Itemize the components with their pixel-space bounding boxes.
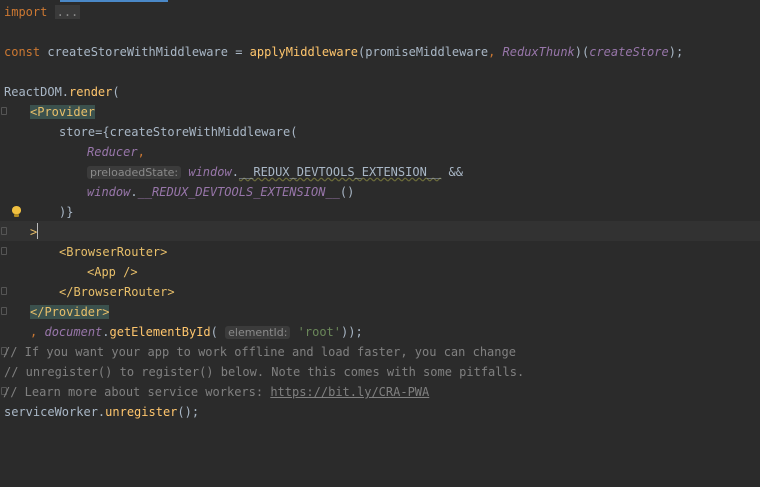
identifier-italic: window: [188, 165, 232, 179]
code-line-const[interactable]: const createStoreWithMiddleware = applyM…: [4, 42, 683, 62]
code-line-import[interactable]: import ...: [4, 2, 81, 22]
identifier: createStoreWithMiddleware =: [40, 45, 250, 59]
code-line-router-close[interactable]: </BrowserRouter>: [59, 282, 175, 302]
code-text: (: [112, 85, 120, 99]
fold-marker-icon[interactable]: [0, 306, 8, 316]
code-line-provider-close[interactable]: </Provider>: [30, 302, 110, 322]
function-name: getElementById: [109, 325, 211, 339]
code-text: )(: [574, 45, 590, 59]
comment-text: // unregister() to register() below. Not…: [4, 365, 525, 379]
keyword-const: const: [4, 45, 41, 59]
code-line-provider-open[interactable]: <Provider: [30, 102, 96, 122]
identifier-italic: window: [87, 185, 131, 199]
code-line-close-paren[interactable]: )}: [59, 202, 73, 222]
fold-marker-icon[interactable]: [0, 286, 8, 296]
jsx-tag: <Provider: [30, 105, 96, 119]
code-line-getelement[interactable]: , document.getElementById( elementId: 'r…: [30, 322, 363, 342]
code-editor[interactable]: import ... const createStoreWithMiddlewa…: [0, 0, 760, 487]
code-text: (promiseMiddleware: [358, 45, 489, 59]
code-text: (): [339, 185, 355, 199]
operator: &&: [441, 165, 463, 179]
code-line-reducer[interactable]: Reducer,: [87, 142, 145, 162]
punctuation: .: [102, 325, 110, 339]
folded-imports[interactable]: ...: [54, 5, 81, 19]
function-name: unregister: [105, 405, 178, 419]
object-name: serviceWorker.: [4, 405, 106, 419]
code-line-devtools[interactable]: preloadedState: window.__REDUX_DEVTOOLS_…: [87, 162, 463, 182]
comment-link[interactable]: https://bit.ly/CRA-PWA: [270, 385, 429, 399]
code-text: );: [668, 45, 684, 59]
jsx-tag: </BrowserRouter>: [59, 285, 175, 299]
code-line-gt[interactable]: >: [30, 222, 37, 242]
punctuation: ,: [137, 145, 145, 159]
comment-text: // Learn more about service workers:: [3, 385, 271, 399]
code-line-store[interactable]: store={createStoreWithMiddleware(: [59, 122, 297, 142]
code-text: ();: [177, 405, 200, 419]
identifier-italic: Reducer: [87, 145, 138, 159]
comment-text: // If you want your app to work offline …: [3, 345, 516, 359]
jsx-tag: </Provider>: [30, 305, 110, 319]
punctuation: ,: [488, 45, 496, 59]
comment-line[interactable]: // If you want your app to work offline …: [3, 342, 516, 362]
identifier-italic: document: [44, 325, 103, 339]
comment-line[interactable]: // unregister() to register() below. Not…: [4, 362, 524, 382]
code-line-render[interactable]: ReactDOM.render(: [4, 82, 120, 102]
code-line-router-open[interactable]: <BrowserRouter>: [59, 242, 167, 262]
property-warning[interactable]: __REDUX_DEVTOOLS_EXTENSION__: [239, 165, 441, 179]
fold-marker-icon[interactable]: [0, 246, 8, 256]
property: __REDUX_DEVTOOLS_EXTENSION__: [137, 185, 340, 199]
identifier-italic: createStore: [589, 45, 669, 59]
punctuation: .: [231, 165, 239, 179]
parameter-hint: preloadedState:: [87, 166, 182, 179]
punctuation: .: [130, 185, 138, 199]
code-line-serviceworker[interactable]: serviceWorker.unregister();: [4, 402, 199, 422]
fold-marker-icon[interactable]: [0, 106, 8, 116]
jsx-tag: <BrowserRouter>: [59, 245, 168, 259]
keyword-import: import: [4, 5, 48, 19]
code-text: (: [210, 325, 218, 339]
identifier-italic: ReduxThunk: [502, 45, 575, 59]
code-text: ));: [341, 325, 363, 339]
jsx-tag: <App />: [87, 265, 138, 279]
code-line-app[interactable]: <App />: [87, 262, 138, 282]
string-literal: 'root': [297, 325, 342, 339]
fold-marker-icon[interactable]: [0, 226, 8, 236]
code-text: )}: [59, 205, 74, 219]
lightbulb-icon[interactable]: [11, 206, 22, 218]
parameter-hint: elementId:: [225, 326, 291, 339]
function-name: render: [69, 85, 113, 99]
object-name: ReactDOM.: [4, 85, 70, 99]
comment-line[interactable]: // Learn more about service workers: htt…: [3, 382, 429, 402]
punctuation: ,: [30, 325, 38, 339]
code-line-devtools-call[interactable]: window.__REDUX_DEVTOOLS_EXTENSION__(): [87, 182, 354, 202]
current-line-highlight: [0, 221, 760, 241]
jsx-tag: >: [30, 225, 38, 239]
code-text: store={createStoreWithMiddleware(: [59, 125, 298, 139]
function-name: applyMiddleware: [249, 45, 359, 59]
